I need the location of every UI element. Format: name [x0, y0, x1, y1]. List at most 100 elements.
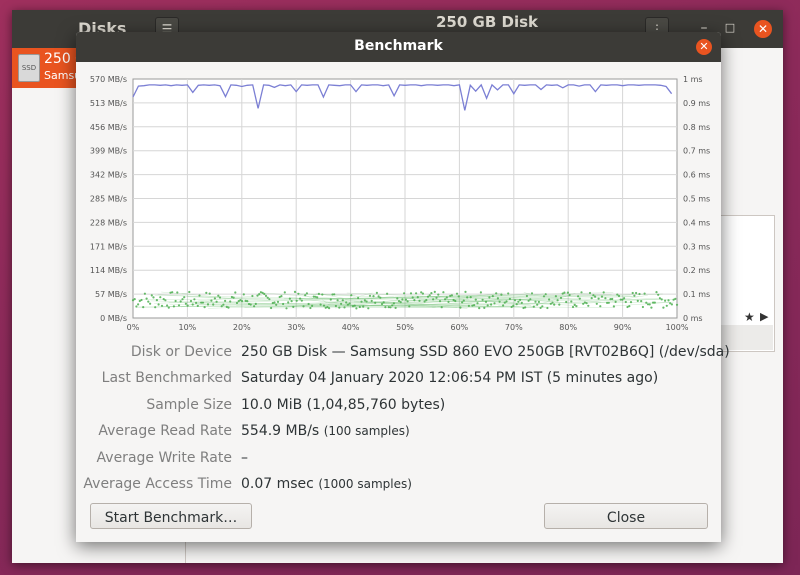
access-time-point	[328, 307, 331, 310]
access-time-point	[629, 301, 633, 304]
access-time-point	[674, 297, 677, 300]
close-button[interactable]: Close	[544, 503, 708, 529]
left-tick-label: 285 MB/s	[90, 195, 127, 204]
start-benchmark-button[interactable]: Start Benchmark…	[90, 503, 252, 529]
access-time-point	[150, 294, 153, 297]
sample-size-value: 10.0 MiB (1,04,85,760 bytes)	[241, 397, 446, 413]
access-time-point	[316, 296, 319, 299]
access-time-point	[602, 291, 605, 294]
maximize-icon[interactable]: □	[720, 18, 740, 38]
access-time-point	[147, 300, 150, 303]
access-time-point	[640, 300, 643, 303]
access-time-point	[571, 305, 575, 309]
x-tick-label: 50%	[396, 323, 414, 332]
right-tick-label: 0.8 ms	[683, 123, 710, 132]
close-icon[interactable]: ✕	[696, 39, 712, 55]
access-time-point	[409, 292, 413, 295]
left-tick-label: 114 MB/s	[90, 266, 127, 275]
avg-write-rate-label: Average Write Rate	[96, 450, 232, 466]
access-time-point	[590, 297, 593, 300]
right-tick-label: 0.7 ms	[683, 147, 710, 156]
left-tick-label: 171 MB/s	[90, 242, 127, 251]
access-time-point	[428, 294, 431, 297]
access-time-point	[421, 292, 424, 295]
access-time-point	[283, 291, 286, 294]
access-time-point	[433, 290, 436, 293]
left-tick-label: 228 MB/s	[90, 218, 127, 227]
access-time-point	[287, 301, 290, 304]
x-tick-label: 70%	[505, 323, 523, 332]
access-time-point	[413, 299, 416, 302]
access-time-point	[641, 305, 645, 309]
x-tick-label: 0%	[127, 323, 140, 332]
access-time-point	[548, 298, 551, 301]
x-tick-label: 20%	[233, 323, 251, 332]
access-time-point	[628, 305, 631, 308]
access-time-point	[273, 301, 276, 304]
access-time-point	[566, 291, 569, 294]
access-time-point	[143, 292, 146, 295]
right-tick-label: 0.6 ms	[683, 171, 710, 180]
right-tick-label: 0.5 ms	[683, 195, 710, 204]
last-benchmarked-value: Saturday 04 January 2020 12:06:54 PM IST…	[241, 370, 659, 386]
access-time-point	[415, 292, 418, 295]
access-time-point	[205, 291, 208, 294]
x-tick-label: 90%	[614, 323, 632, 332]
access-time-point	[183, 296, 186, 299]
access-time-point	[655, 291, 658, 294]
access-time-point	[612, 305, 616, 308]
access-time-point	[135, 305, 138, 308]
access-time-point	[495, 292, 498, 295]
access-time-point	[157, 303, 160, 306]
sample-size-label: Sample Size	[146, 397, 232, 413]
access-time-point	[631, 291, 634, 295]
access-time-point	[479, 291, 482, 294]
access-time-point	[336, 299, 339, 302]
x-tick-label: 30%	[287, 323, 305, 332]
access-time-point	[149, 302, 152, 305]
disks-window-title: 250 GB Disk	[436, 13, 538, 31]
access-time-point	[152, 296, 155, 299]
disk-device-value: 250 GB Disk — Samsung SSD 860 EVO 250GB …	[241, 344, 730, 360]
access-time-point	[675, 303, 679, 306]
avg-read-rate-label: Average Read Rate	[98, 423, 232, 439]
access-time-point	[285, 307, 288, 310]
avg-read-rate-value: 554.9 MB/s (100 samples)	[241, 423, 410, 439]
avg-access-time-number: 0.07 msec	[241, 476, 314, 492]
right-tick-label: 0.1 ms	[683, 290, 710, 299]
disk-device-label: Disk or Device	[130, 344, 232, 360]
access-time-point	[375, 291, 378, 294]
access-time-point	[234, 291, 237, 294]
access-time-point	[635, 291, 638, 295]
access-time-point	[300, 299, 303, 302]
avg-read-rate-samples: (100 samples)	[323, 424, 410, 438]
right-tick-label: 0.3 ms	[683, 242, 710, 251]
access-time-point	[670, 303, 674, 306]
x-tick-label: 80%	[559, 323, 577, 332]
dialog-title: Benchmark	[354, 38, 443, 54]
access-time-point	[464, 290, 467, 293]
avg-read-rate-number: 554.9 MB/s	[241, 423, 320, 439]
access-time-point	[280, 295, 283, 298]
left-tick-label: 399 MB/s	[90, 147, 127, 156]
right-tick-label: 0.9 ms	[683, 99, 710, 108]
access-time-point	[664, 299, 667, 302]
right-tick-label: 1 ms	[683, 75, 703, 84]
right-tick-label: 0 ms	[683, 314, 703, 323]
access-time-point	[174, 299, 177, 303]
dialog-headerbar: Benchmark ✕	[76, 32, 721, 62]
access-time-point	[599, 305, 602, 308]
benchmark-chart: 0% 10% 20% 30% 40% 50% 60% 70% 80% 90% 100% 0 MB/s 5…	[90, 75, 710, 332]
avg-access-time-label: Average Access Time	[83, 476, 232, 492]
access-time-point	[667, 299, 670, 302]
star-icon[interactable]: ★	[744, 310, 755, 324]
access-time-point	[650, 306, 653, 309]
close-icon[interactable]: ✕	[754, 20, 772, 38]
left-tick-label: 0 MB/s	[100, 314, 127, 323]
access-time-point	[665, 304, 668, 307]
access-time-point	[455, 292, 459, 295]
avg-access-time-value: 0.07 msec (1000 samples)	[241, 476, 412, 492]
play-icon[interactable]: ▶	[760, 310, 768, 323]
access-time-point	[142, 306, 145, 309]
x-tick-label: 60%	[451, 323, 469, 332]
